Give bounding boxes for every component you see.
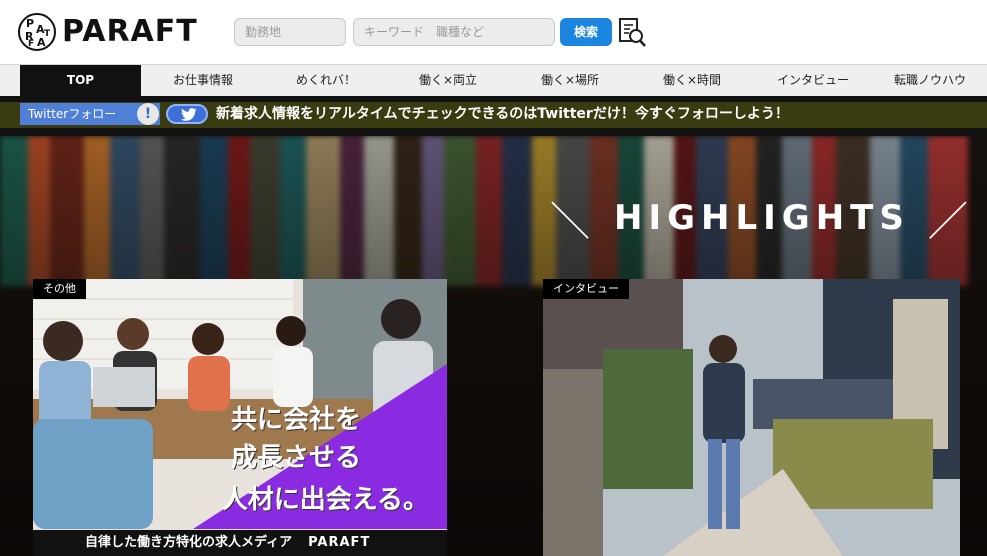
- highlight-card-other[interactable]: その他 共に会社を 成長させる 人材に出会える。 自律した働き方特化の求人メディ…: [33, 279, 447, 556]
- site-logo[interactable]: P A R A F T PARAFT: [18, 12, 218, 52]
- nav-item-work-balance[interactable]: 働く×両立: [387, 65, 509, 96]
- main-nav: TOP お仕事情報 めくれバ！ 働く×両立 働く×場所 働く×時間 インタビュー…: [0, 64, 987, 96]
- document-search-icon[interactable]: [617, 16, 647, 48]
- category-tag: インタビュー: [543, 279, 629, 299]
- banner-footer: 自律した働き方特化の求人メディア PARAFT: [33, 530, 447, 556]
- nav-item-mekureba[interactable]: めくれバ！: [265, 65, 387, 96]
- search-button[interactable]: 検索: [560, 18, 612, 46]
- nav-item-work-time[interactable]: 働く×時間: [631, 65, 753, 96]
- nav-item-top[interactable]: TOP: [20, 65, 141, 96]
- logo-mark: P A R A F T: [18, 13, 56, 51]
- keyword-search-input[interactable]: キーワード 職種など: [353, 18, 555, 46]
- highlight-card-interview[interactable]: インタビュー: [543, 279, 960, 556]
- area-input[interactable]: 勤務地: [234, 18, 346, 46]
- site-header: P A R A F T PARAFT 勤務地 キーワード 職種など 検索: [0, 0, 987, 64]
- logo-wordmark: PARAFT: [62, 14, 198, 49]
- nav-item-interview[interactable]: インタビュー: [753, 65, 873, 96]
- nav-item-work-place[interactable]: 働く×場所: [509, 65, 631, 96]
- info-icon: !: [137, 103, 159, 125]
- twitter-ticker: Twitterフォロー ! 新着求人情報をリアルタイムでチェックできるのはTwi…: [0, 96, 987, 136]
- twitter-bird-icon[interactable]: [166, 104, 208, 124]
- banner-headline: 共に会社を 成長させる 人材に出会える。: [221, 405, 429, 515]
- interview-photo: [543, 279, 960, 556]
- ticker-message[interactable]: 新着求人情報をリアルタイムでチェックできるのはTwitterだけ！今すぐフォロー…: [216, 103, 789, 125]
- nav-item-career-knowhow[interactable]: 転職ノウハウ: [873, 65, 987, 96]
- highlights-section: ＼ HIGHLIGHTS ／ その他 共に会社を 成長させる 人材に出会える。 …: [0, 136, 987, 556]
- highlights-heading: ＼ HIGHLIGHTS ／: [550, 198, 974, 245]
- footer-brand-logo: PARAFT: [308, 535, 371, 550]
- nav-item-jobs[interactable]: お仕事情報: [141, 65, 265, 96]
